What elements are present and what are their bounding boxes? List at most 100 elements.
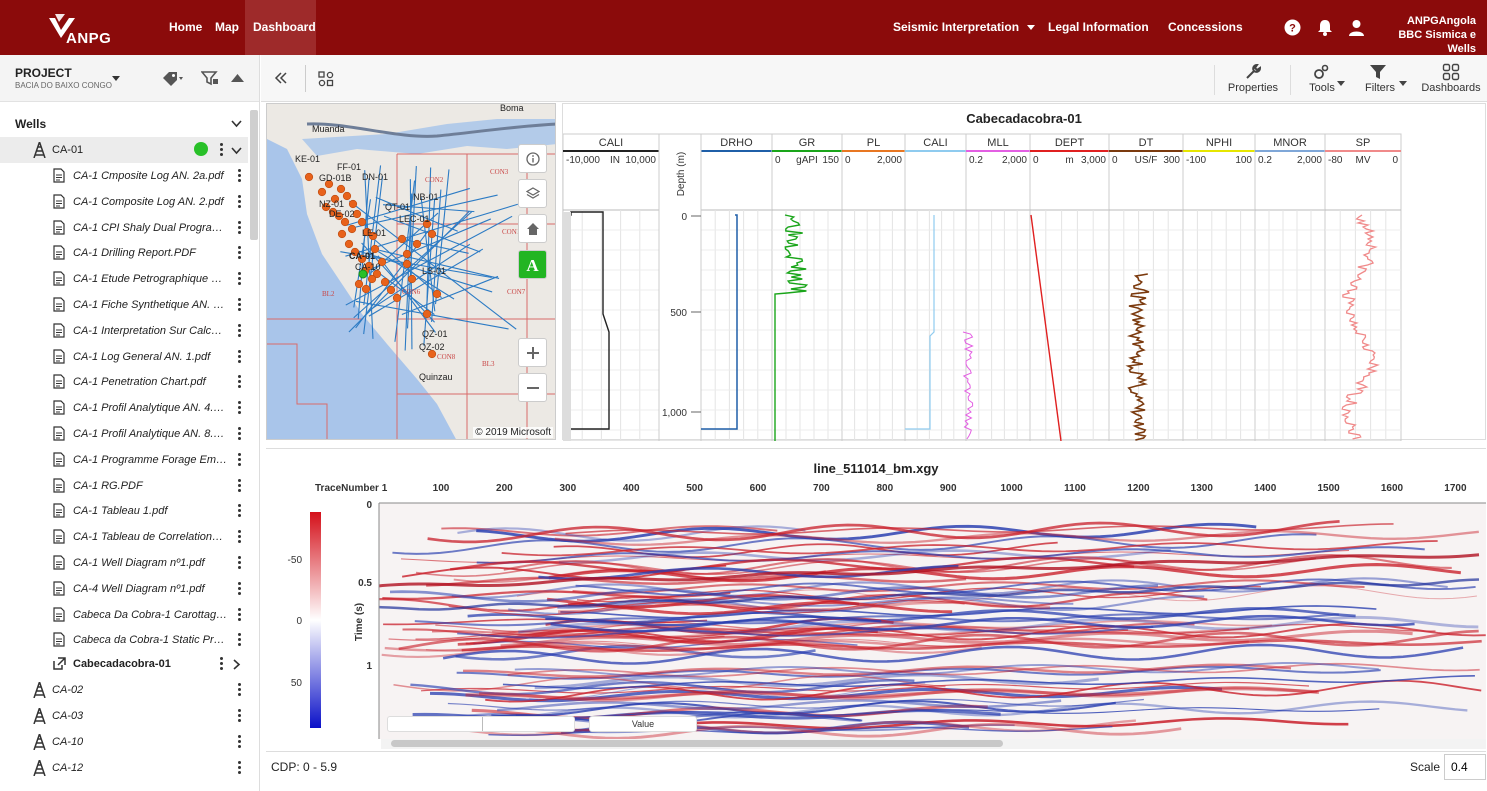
- map-info-button[interactable]: [518, 144, 547, 173]
- kebab-menu-icon[interactable]: [238, 323, 242, 338]
- file-row[interactable]: CA-1 Profil Analytique AN. 4.pdf: [0, 395, 248, 421]
- nav-map[interactable]: Map: [207, 0, 247, 55]
- tag-icon[interactable]: [161, 70, 183, 86]
- kebab-menu-icon[interactable]: [238, 556, 242, 570]
- kebab-menu-icon[interactable]: [238, 478, 242, 493]
- kebab-menu-icon[interactable]: [238, 427, 242, 441]
- project-title[interactable]: PROJECT: [15, 66, 72, 80]
- kebab-menu-icon[interactable]: [238, 633, 242, 647]
- well-row[interactable]: CA-12: [0, 755, 248, 781]
- well-marker[interactable]: [347, 224, 357, 234]
- well-row[interactable]: CA-02: [0, 677, 248, 703]
- kebab-menu-icon[interactable]: [220, 143, 224, 157]
- log-track[interactable]: NPHI-100 100: [1182, 133, 1256, 441]
- kebab-menu-icon[interactable]: [238, 401, 242, 415]
- kebab-menu-icon[interactable]: [238, 349, 242, 364]
- zoom-in-button[interactable]: [518, 338, 547, 367]
- file-row[interactable]: CA-1 Cmposite Log AN. 2a.pdf: [0, 163, 248, 189]
- well-marker[interactable]: [386, 285, 396, 295]
- project-dropdown-icon[interactable]: [112, 76, 120, 81]
- file-row[interactable]: CA-1 Profil Analytique AN. 8.pdf: [0, 421, 248, 447]
- help-icon[interactable]: ?: [1284, 19, 1301, 36]
- chevron-right-icon[interactable]: [233, 659, 241, 670]
- file-row[interactable]: CA-1 Tableau de Correlations ...: [0, 524, 248, 550]
- user-icon[interactable]: [1348, 19, 1365, 36]
- filters-button[interactable]: Filters: [1353, 55, 1407, 102]
- wells-section-header[interactable]: Wells: [0, 113, 248, 135]
- well-marker[interactable]: [422, 309, 432, 319]
- kebab-menu-icon[interactable]: [238, 169, 242, 183]
- kebab-menu-icon[interactable]: [238, 375, 242, 389]
- filter-settings-icon[interactable]: [201, 70, 219, 86]
- file-row[interactable]: CA-1 Programme Forage Empl...: [0, 447, 248, 473]
- file-row[interactable]: CA-1 Tableau 1.pdf: [0, 498, 248, 524]
- well-marker[interactable]: [336, 184, 346, 194]
- well-marker[interactable]: [304, 172, 314, 182]
- well-marker[interactable]: [357, 217, 367, 227]
- kebab-menu-icon[interactable]: [238, 530, 242, 544]
- well-marker[interactable]: [337, 229, 347, 239]
- well-marker[interactable]: [348, 199, 358, 209]
- value-input-left[interactable]: [387, 716, 575, 732]
- well-marker[interactable]: [402, 249, 412, 259]
- well-marker[interactable]: [392, 293, 402, 303]
- well-log-chart[interactable]: CALI -10,000 IN 10,000 DRHO GR 0 gAPI 150 PL 0 2,00…: [563, 104, 1487, 441]
- bell-icon[interactable]: [1316, 18, 1334, 37]
- file-row[interactable]: CA-1 Fiche Synthetique AN. 3....: [0, 292, 248, 318]
- log-track[interactable]: CALI: [904, 133, 967, 441]
- kebab-menu-icon[interactable]: [238, 683, 242, 697]
- kebab-menu-icon[interactable]: [238, 220, 242, 235]
- file-row[interactable]: CA-1 Composite Log AN. 2.pdf: [0, 189, 248, 215]
- well-row[interactable]: CA-10: [0, 729, 248, 755]
- well-row-ca-01[interactable]: CA-01: [0, 137, 248, 163]
- value-field[interactable]: Value: [589, 716, 697, 732]
- well-marker[interactable]: [367, 274, 377, 284]
- log-track[interactable]: MNOR0.2 2,000: [1254, 133, 1326, 441]
- layout-grid-icon[interactable]: [318, 71, 334, 87]
- log-track[interactable]: GR 0 gAPI 150: [771, 133, 843, 441]
- seismic-scrollbar-thumb[interactable]: [391, 740, 1003, 747]
- log-track[interactable]: CALI -10,000 IN 10,000: [563, 133, 660, 441]
- well-marker[interactable]: [427, 229, 437, 239]
- log-track[interactable]: PL 0 2,000: [841, 133, 906, 441]
- well-marker[interactable]: [397, 234, 407, 244]
- nav-dashboard[interactable]: Dashboard: [245, 0, 316, 55]
- file-row[interactable]: CA-1 RG.PDF: [0, 473, 248, 499]
- map-canvas[interactable]: Boma Muanda KE-01 FF-01GD-01B DN-01 NZ-01DE-0…: [267, 104, 556, 440]
- map-layers-button[interactable]: [518, 179, 547, 208]
- kebab-menu-icon[interactable]: [238, 581, 242, 596]
- well-marker[interactable]: [317, 187, 327, 197]
- chevron-down-icon[interactable]: [231, 147, 242, 155]
- file-row[interactable]: CA-1 Log General AN. 1.pdf: [0, 344, 248, 370]
- well-marker[interactable]: [407, 274, 417, 284]
- sidebar-scrollbar[interactable]: [250, 110, 258, 240]
- well-marker[interactable]: [354, 279, 364, 289]
- kebab-menu-icon[interactable]: [220, 657, 224, 671]
- well-marker[interactable]: [340, 217, 350, 227]
- file-row[interactable]: Cabeca Da Cobra-1 Carottage ...: [0, 602, 248, 628]
- kebab-menu-icon[interactable]: [238, 709, 242, 723]
- well-row[interactable]: CA-03: [0, 703, 248, 729]
- file-row[interactable]: CA-1 Well Diagram nº1.pdf: [0, 550, 248, 576]
- log-track[interactable]: DEPT 0 m 3,000: [1029, 133, 1110, 441]
- file-row[interactable]: CA-1 Penetration Chart.pdf: [0, 369, 248, 395]
- nav-concessions[interactable]: Concessions: [1168, 0, 1243, 55]
- seismic-scrollbar-track[interactable]: [381, 739, 1486, 749]
- kebab-menu-icon[interactable]: [238, 735, 242, 749]
- collapse-up-icon[interactable]: [230, 72, 245, 84]
- log-track[interactable]: SP -80 MV 0: [1324, 133, 1402, 441]
- well-marker[interactable]: [361, 284, 371, 294]
- zoom-out-button[interactable]: [518, 373, 547, 402]
- log-track[interactable]: MLL 0.2 2,000: [965, 133, 1031, 441]
- linked-well-row[interactable]: Cabecadacobra-01: [0, 651, 248, 677]
- nav-legal-information[interactable]: Legal Information: [1048, 0, 1149, 55]
- map-home-button[interactable]: [518, 214, 547, 243]
- kebab-menu-icon[interactable]: [238, 246, 242, 260]
- well-marker[interactable]: [344, 239, 354, 249]
- file-row[interactable]: Cabeca da Cobra-1 Static Pres...: [0, 627, 248, 653]
- file-row[interactable]: CA-1 Interpretation Sur Calcula...: [0, 318, 248, 344]
- file-row[interactable]: CA-1 CPI Shaly Dual Program....: [0, 215, 248, 241]
- kebab-menu-icon[interactable]: [238, 194, 242, 209]
- dashboards-button[interactable]: Dashboards: [1419, 55, 1483, 102]
- well-marker[interactable]: [380, 277, 390, 287]
